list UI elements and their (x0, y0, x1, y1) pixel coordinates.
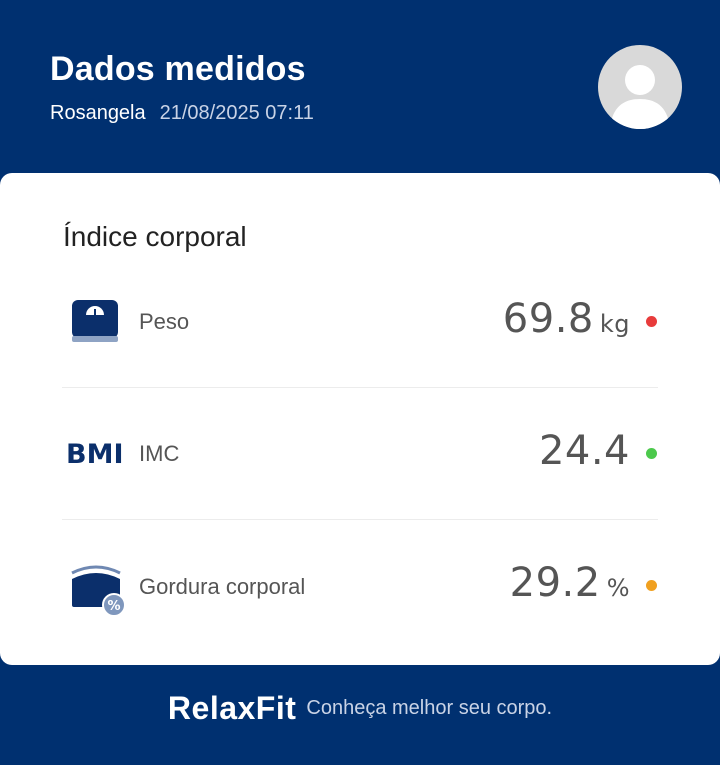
user-name: Rosangela (50, 102, 146, 124)
status-dot (646, 316, 657, 327)
metric-row-bmi[interactable]: BMI IMC 24.4 (0, 388, 720, 520)
svg-text:%: % (107, 599, 120, 614)
metric-value: 29.2% (510, 560, 630, 606)
metric-row-body-fat[interactable]: % Gordura corporal 29.2% (0, 520, 720, 652)
brand-logo: RelaxFit (167, 690, 297, 726)
body-fat-icon: % (70, 565, 130, 622)
metric-label: IMC (139, 441, 180, 466)
metric-value: 69.8 kg (503, 296, 630, 342)
status-dot (646, 448, 657, 459)
footer: RelaxFit Conheça melhor seu corpo. (0, 690, 720, 727)
status-dot (646, 580, 657, 591)
metric-unit: % (606, 574, 630, 602)
body-index-card: Índice corporal Peso 69.8 kg BMI IMC 24.4 (0, 173, 720, 665)
metric-label: Gordura corporal (139, 574, 306, 599)
header: Dados medidos Rosangela 21/08/2025 07:11 (0, 0, 720, 172)
page-title: Dados medidos (50, 50, 306, 88)
svg-text:BMI: BMI (66, 440, 124, 468)
scale-icon (70, 298, 120, 349)
metric-number: 29.2 (509, 560, 601, 606)
tagline: Conheça melhor seu corpo. (306, 697, 553, 719)
metric-label: Peso (139, 309, 190, 334)
card-title: Índice corporal (63, 221, 247, 252)
metric-row-weight[interactable]: Peso 69.8 kg (0, 255, 720, 387)
avatar[interactable] (598, 45, 682, 129)
measurement-datetime: 21/08/2025 07:11 (159, 102, 314, 124)
measurement-info: Rosangela 21/08/2025 07:11 (50, 102, 314, 125)
bmi-icon: BMI (66, 439, 128, 473)
metric-number: 24.4 (538, 428, 630, 474)
metric-value: 24.4 (539, 428, 630, 474)
metric-unit: kg (599, 310, 630, 338)
user-icon (610, 65, 670, 129)
metric-number: 69.8 (502, 296, 594, 342)
